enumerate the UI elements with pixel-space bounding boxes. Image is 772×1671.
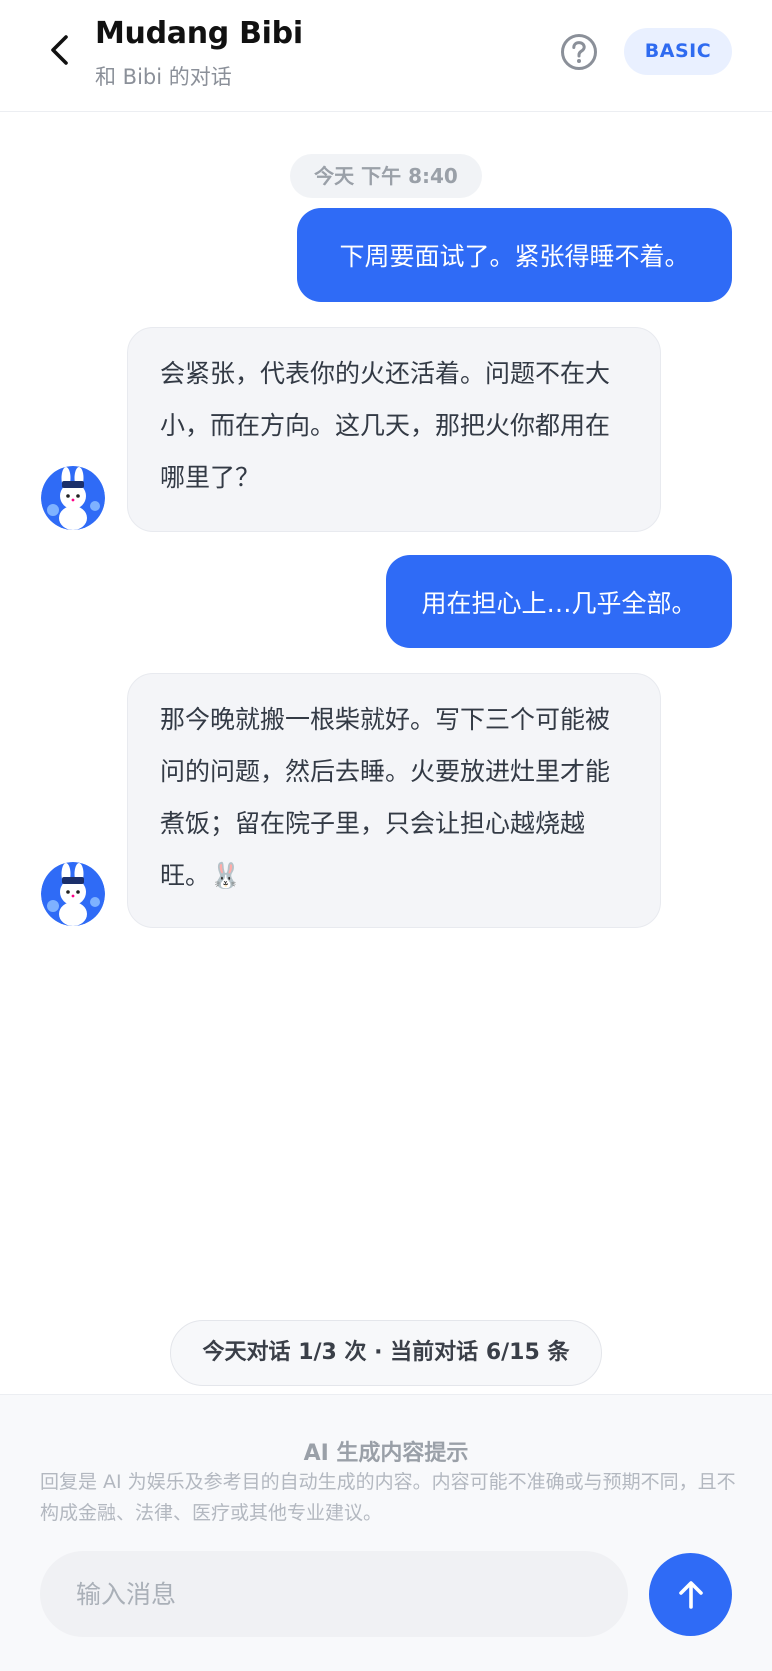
message-text: 下周要面试了。紧张得睡不着。 [339,242,690,271]
timestamp-pill: 今天 下午 8:40 [290,154,482,198]
message-text: 用在担心上…几乎全部。 [421,588,697,618]
avatar[interactable] [41,862,105,926]
message-text: 会紧张，代表你的火还活着。问题不在大小，而在方向。这几天，那把火你都用在哪里了？ [160,359,611,492]
ai-notice-title: AI 生成内容提示 [303,1441,469,1466]
plan-badge[interactable]: BASIC [624,28,732,75]
assistant-message: 那今晚就搬一根柴就好。写下三个可能被问的问题，然后去睡。火要放进灶里才能煮饭；留… [127,673,661,928]
page-subtitle: 和 Bibi 的对话 [95,65,232,89]
question-circle-icon [561,34,597,70]
arrow-up-icon [678,1580,703,1609]
bunny-avatar-icon [41,862,105,926]
user-message: 下周要面试了。紧张得睡不着。 [297,208,732,302]
avatar[interactable] [41,466,105,530]
help-button[interactable] [560,33,598,71]
composer-area: AI 生成内容提示 回复是 AI 为娱乐及参考目的自动生成的内容。内容可能不准确… [0,1394,772,1671]
message-text: 那今晚就搬一根柴就好。写下三个可能被问的问题，然后去睡。火要放进灶里才能煮饭；留… [160,705,611,890]
user-message: 用在担心上…几乎全部。 [386,555,732,648]
bunny-avatar-icon [41,466,105,530]
page-title: Mudang Bibi [95,16,303,51]
header: Mudang Bibi 和 Bibi 的对话 BASIC [0,0,772,112]
message-input[interactable] [40,1551,628,1637]
quota-status: 今天对话 1/3 次 · 当前对话 6/15 条 [170,1320,602,1386]
send-button[interactable] [649,1553,732,1636]
back-button[interactable] [40,30,80,70]
chat-screen: Mudang Bibi 和 Bibi 的对话 BASIC 今天 下午 8:40 … [0,0,772,1671]
assistant-message: 会紧张，代表你的火还活着。问题不在大小，而在方向。这几天，那把火你都用在哪里了？ [127,327,661,532]
ai-notice-text: 回复是 AI 为娱乐及参考目的自动生成的内容。内容可能不准确或与预期不同，且不构… [40,1471,736,1524]
chevron-left-icon [51,35,68,65]
